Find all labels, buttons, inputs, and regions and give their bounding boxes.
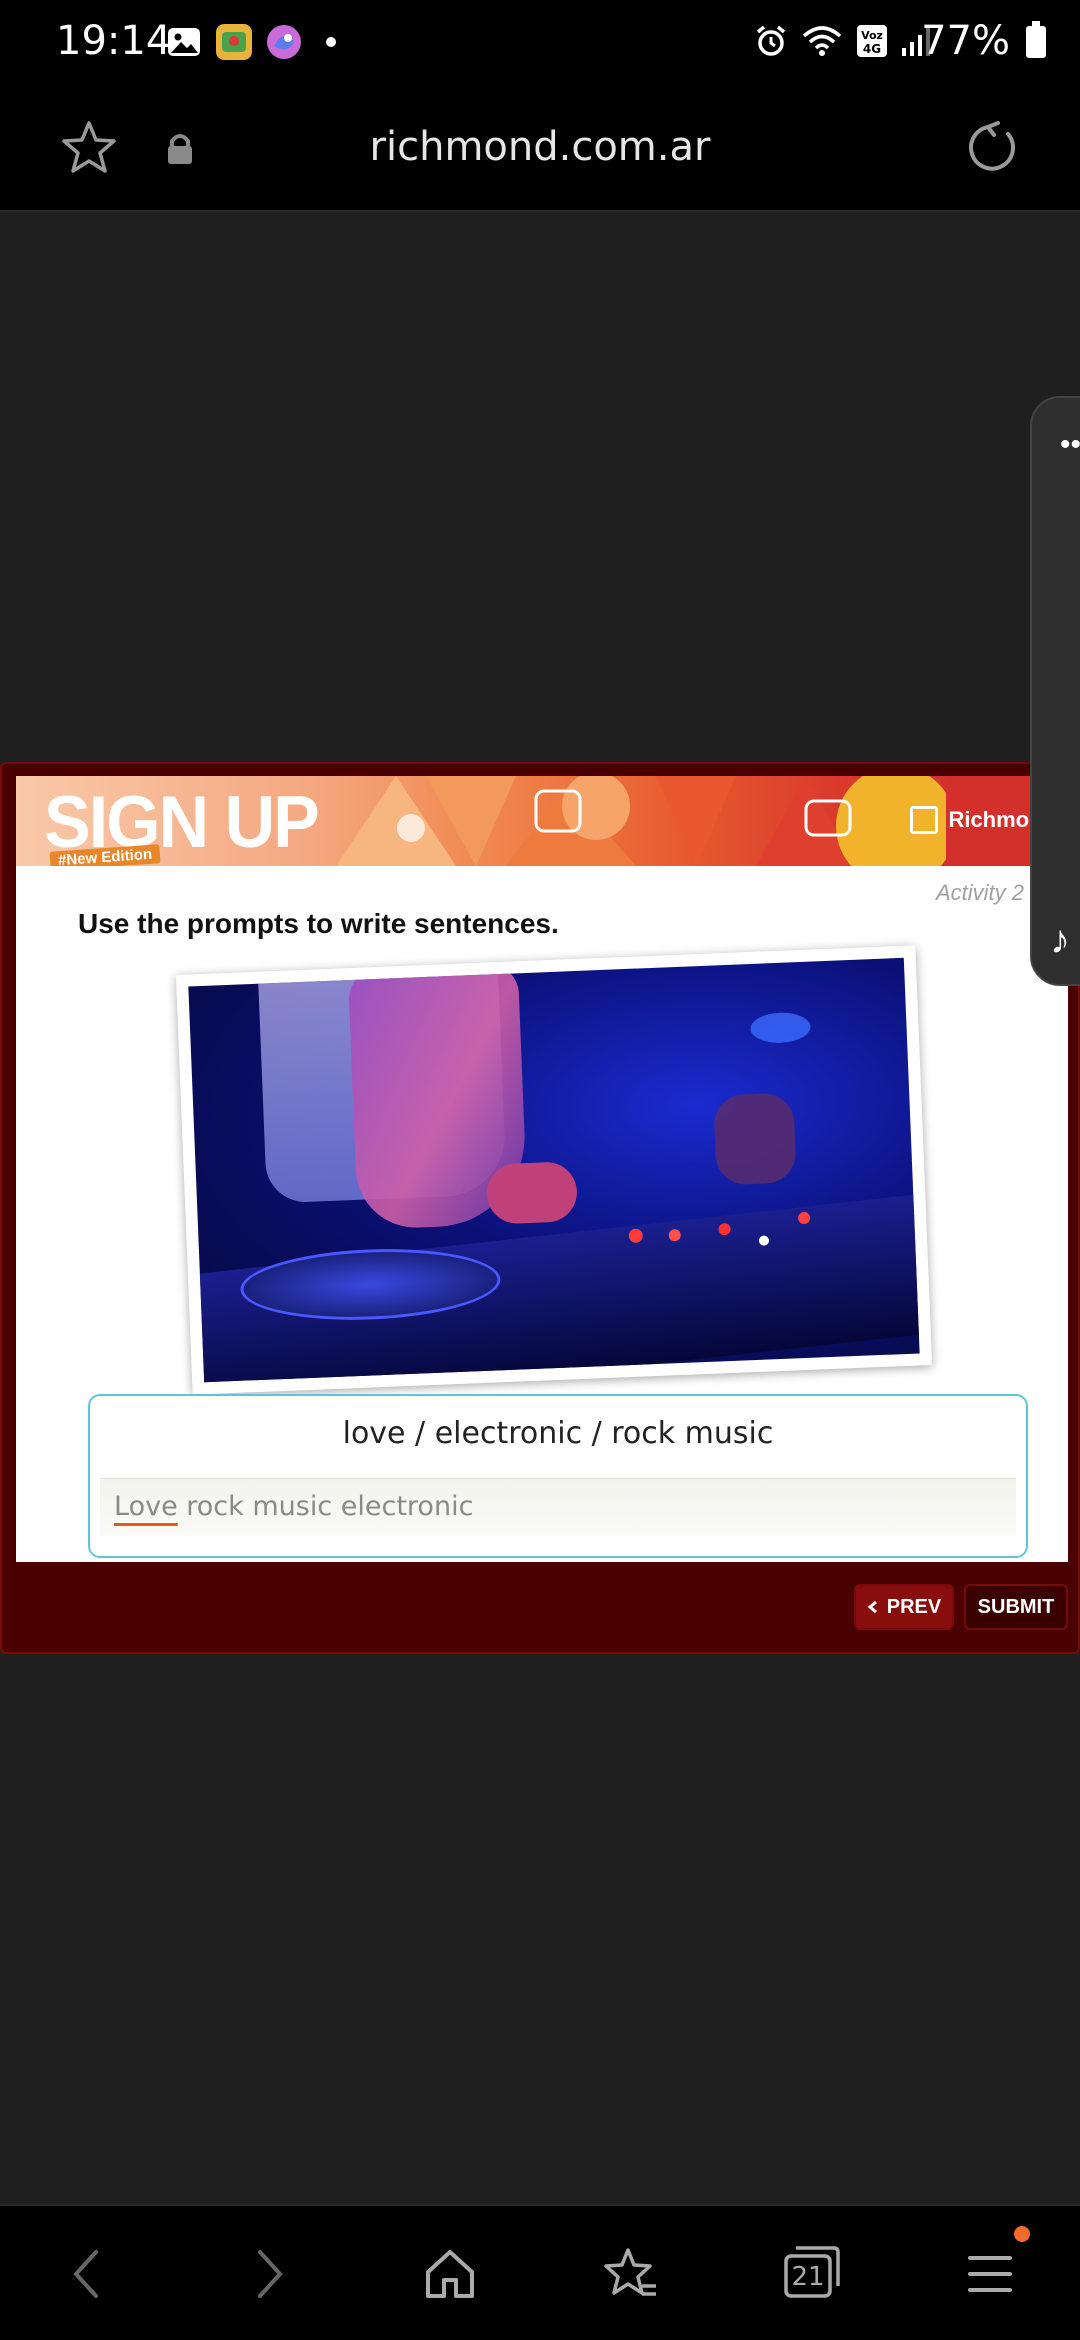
answer-rest: rock music electronic (177, 1491, 474, 1522)
battery-icon (1026, 21, 1046, 58)
submit-button[interactable]: SUBMIT (964, 1584, 1068, 1630)
activity-panel: SIGN UP #New Edition Richmond Activity 2… (16, 776, 1068, 1562)
wifi-icon (802, 26, 842, 56)
prev-label: PREV (886, 1595, 942, 1618)
url-text[interactable]: richmond.com.ar (0, 124, 1080, 170)
prompt-text: love / electronic / rock music (342, 1416, 774, 1451)
system-icons: Voz 4G (754, 24, 930, 58)
screen: 19:14 Voz 4G 77% richmond.com.ar SIGN UP… (0, 0, 1080, 2340)
status-time: 19:14 (56, 18, 172, 64)
status-bar: 19:14 Voz 4G 77% (0, 0, 1080, 84)
activity-photo (175, 945, 933, 1395)
gallery-icon (168, 28, 200, 56)
app-icon (267, 25, 301, 59)
dj-photo-image (188, 957, 920, 1383)
submit-label: SUBMIT (977, 1595, 1055, 1618)
music-note-icon: ♪ (1050, 918, 1070, 962)
floating-media-widget[interactable]: •• ♪ (1030, 396, 1080, 986)
game-app-icon (216, 24, 252, 60)
bookmarks-icon[interactable] (600, 2246, 660, 2302)
tabs-button[interactable]: 21 (780, 2240, 844, 2304)
volte-icon: Voz4G (857, 25, 887, 57)
home-icon[interactable] (422, 2246, 478, 2302)
browser-address-bar: richmond.com.ar (0, 84, 1080, 212)
back-icon[interactable] (66, 2246, 106, 2302)
header-banner: SIGN UP #New Edition Richmond (16, 776, 1068, 866)
alarm-icon (756, 25, 786, 56)
chevron-left-icon (867, 1600, 877, 1614)
web-page: SIGN UP #New Edition Richmond Activity 2… (0, 214, 1080, 2204)
menu-notification-dot (1014, 2226, 1030, 2242)
answer-card: love / electronic / rock music Love rock… (88, 1394, 1028, 1558)
answer-input[interactable]: Love rock music electronic (100, 1478, 1016, 1536)
tabs-count: 21 (791, 2262, 825, 2292)
svg-text:Voz: Voz (861, 29, 883, 42)
activity-player: SIGN UP #New Edition Richmond Activity 2… (0, 762, 1080, 1654)
browser-bottom-nav: 21 (0, 2204, 1080, 2340)
battery-percent: 77% (921, 18, 1010, 64)
prev-button[interactable]: PREV (854, 1584, 954, 1630)
activity-instructions: Use the prompts to write sentences. (78, 908, 559, 939)
richmond-logo-icon (910, 806, 939, 834)
answer-first-word: Love (114, 1491, 178, 1522)
menu-icon[interactable] (966, 2246, 1014, 2302)
forward-icon[interactable] (250, 2246, 290, 2302)
more-options-icon[interactable]: •• (1060, 428, 1080, 462)
more-notifications-dot (326, 37, 336, 47)
notification-icons (166, 24, 336, 60)
svg-text:4G: 4G (863, 42, 881, 56)
reload-icon[interactable] (964, 120, 1020, 176)
